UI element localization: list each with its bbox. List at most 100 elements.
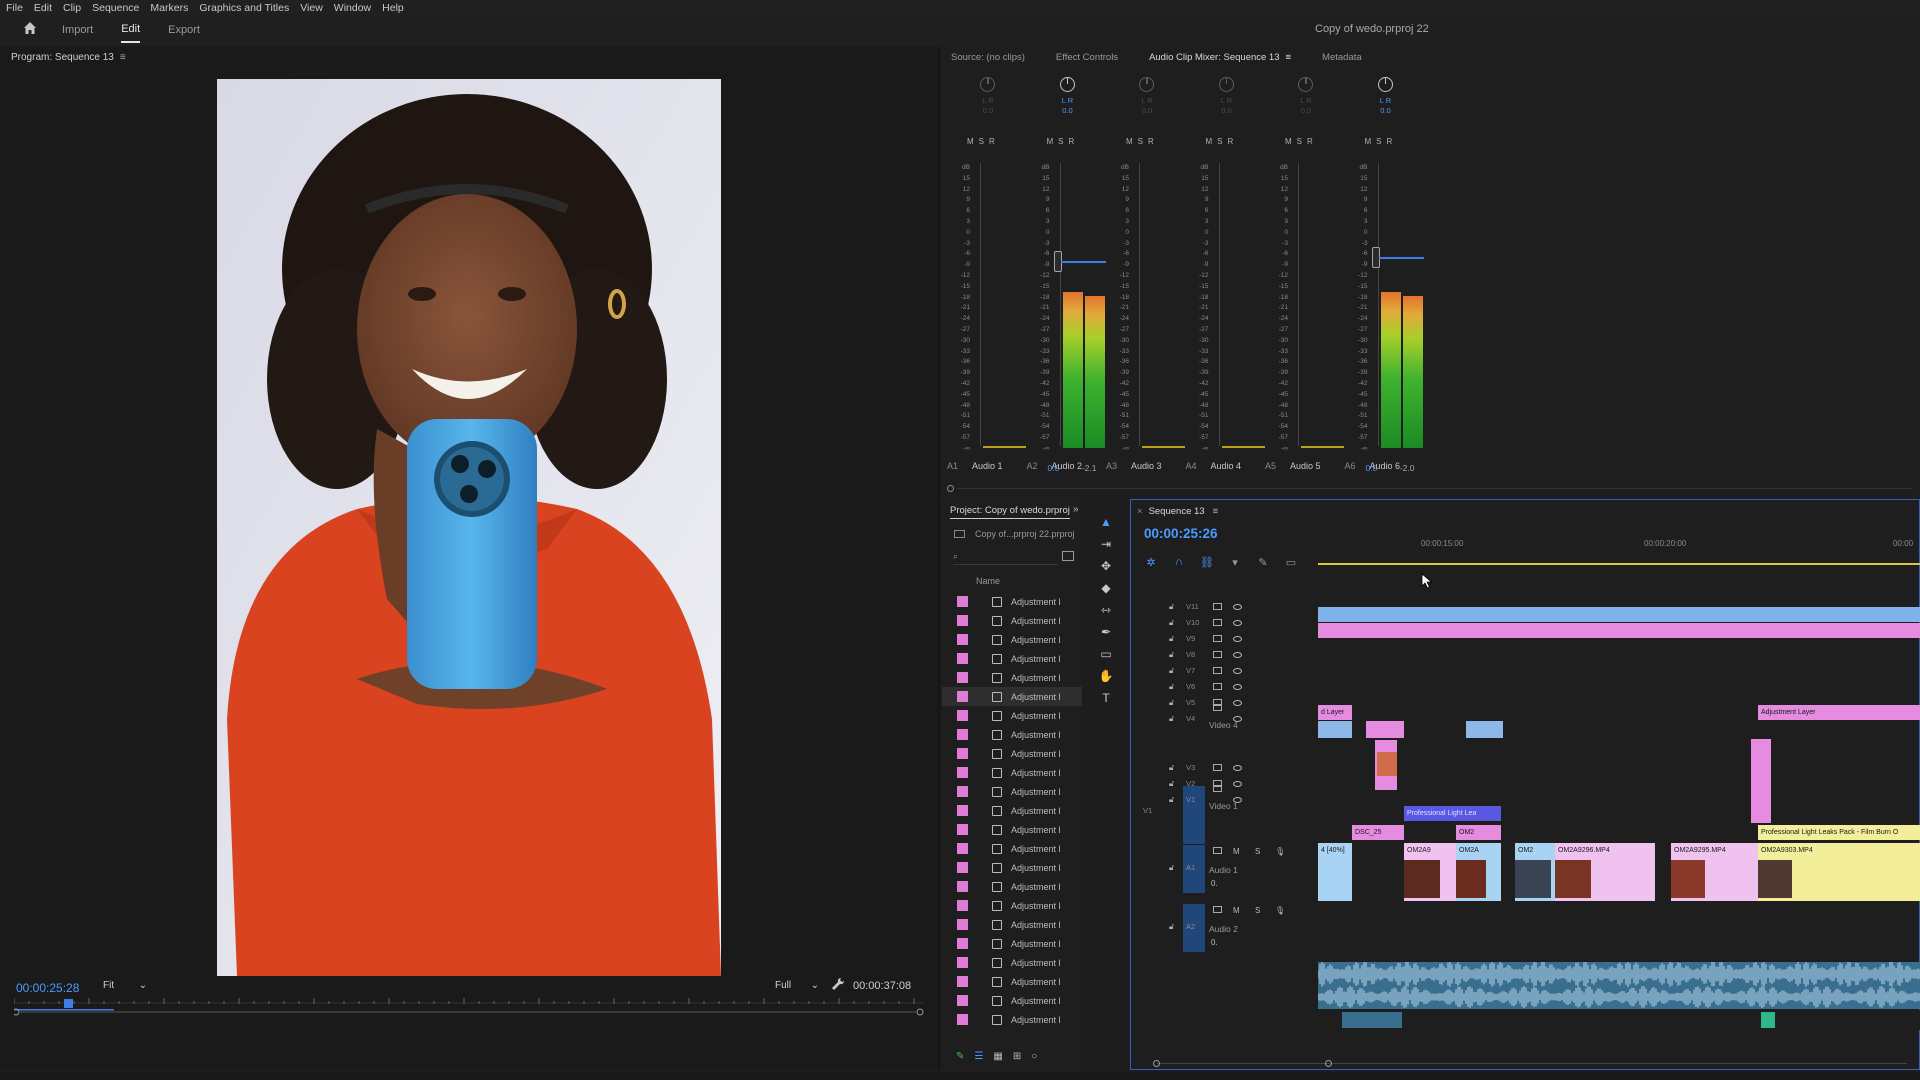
sync-lock-icon[interactable] (1213, 667, 1222, 674)
track-id[interactable]: V5 (1186, 698, 1195, 707)
pan-knob[interactable] (1059, 77, 1075, 92)
mute-button[interactable]: M (1285, 137, 1292, 146)
list-item[interactable]: Adjustment l (942, 820, 1082, 839)
sequence-tab[interactable]: × Sequence 13 ≡ (1137, 506, 1218, 517)
audio-clip[interactable] (1342, 1012, 1402, 1028)
list-item[interactable]: Adjustment l (942, 915, 1082, 934)
timeline-scrollbar[interactable] (1153, 1060, 1913, 1068)
label-color-swatch[interactable] (957, 710, 968, 721)
label-color-swatch[interactable] (957, 805, 968, 816)
pan-knob[interactable] (1377, 77, 1393, 92)
volume-keyframe-control[interactable]: 0. (1211, 938, 1218, 947)
label-color-swatch[interactable] (957, 596, 968, 607)
new-bin-icon[interactable] (1062, 551, 1074, 561)
sync-lock-icon[interactable] (1213, 764, 1222, 771)
eye-icon[interactable] (1233, 764, 1242, 771)
record-button[interactable]: R (989, 137, 995, 146)
mute-button[interactable]: M (967, 137, 974, 146)
mute-button[interactable]: M (1233, 906, 1240, 915)
lock-icon[interactable]: 🔓︎ (1169, 618, 1174, 628)
microphone-icon[interactable]: 🎙︎ (1275, 906, 1285, 915)
lock-icon[interactable]: 🔓︎ (1169, 602, 1174, 612)
lock-icon[interactable]: 🔓︎ (1169, 922, 1174, 932)
clip-light-leak-long[interactable]: Professional Light Leaks Pack - Film Bur… (1758, 825, 1920, 840)
eye-icon[interactable] (1233, 635, 1242, 642)
label-color-swatch[interactable] (957, 900, 968, 911)
list-item[interactable]: Adjustment l (942, 649, 1082, 668)
freeform-view-icon[interactable]: ⊞ (1013, 1051, 1021, 1062)
track-id[interactable]: V3 (1186, 763, 1195, 772)
clip-v11[interactable] (1318, 607, 1920, 622)
list-item[interactable]: Adjustment l (942, 725, 1082, 744)
project-search-input[interactable]: ⌕ (953, 551, 1058, 565)
track-id[interactable]: V10 (1186, 618, 1199, 627)
hand-tool-icon[interactable]: ✋ (1096, 666, 1116, 686)
workspace-tab-export[interactable]: Export (168, 18, 200, 42)
eye-icon[interactable] (1233, 619, 1242, 626)
clip-v5[interactable] (1366, 721, 1404, 738)
tab-metadata[interactable]: Metadata (1322, 52, 1362, 63)
slip-tool-icon[interactable]: ⇿ (1096, 600, 1116, 620)
sync-lock-icon[interactable] (1213, 785, 1222, 792)
mute-button[interactable]: M (1365, 137, 1372, 146)
list-item[interactable]: Adjustment l (942, 839, 1082, 858)
sync-lock-icon[interactable] (1213, 635, 1222, 642)
label-color-swatch[interactable] (957, 919, 968, 930)
clip-light-leak[interactable]: Professional Light Lea (1404, 806, 1501, 821)
audio-clip-a2[interactable] (1318, 962, 1920, 1009)
sync-lock-icon[interactable] (1213, 651, 1222, 658)
lock-icon[interactable]: 🔓︎ (1169, 682, 1174, 692)
list-item[interactable]: Adjustment l (942, 953, 1082, 972)
scroll-start-handle[interactable] (1153, 1060, 1160, 1067)
panel-menu-icon[interactable]: ≡ (1286, 52, 1292, 63)
eye-icon[interactable] (1233, 699, 1242, 706)
pan-value[interactable]: 0.0 (1207, 106, 1247, 115)
tab-audio-clip-mixer[interactable]: Audio Clip Mixer: Sequence 13 ≡ (1149, 52, 1291, 63)
record-button[interactable]: R (1228, 137, 1234, 146)
record-button[interactable]: R (1307, 137, 1313, 146)
lock-icon[interactable]: 🔓︎ (1169, 779, 1174, 789)
mute-button[interactable]: M (1206, 137, 1213, 146)
clip-v10[interactable] (1318, 623, 1920, 638)
label-color-swatch[interactable] (957, 995, 968, 1006)
selection-tool-icon[interactable]: ▲ (1096, 512, 1116, 532)
record-button[interactable]: R (1069, 137, 1075, 146)
list-item[interactable]: Adjustment l (942, 934, 1082, 953)
list-item[interactable]: Adjustment l (942, 630, 1082, 649)
sync-lock-icon[interactable] (1213, 906, 1222, 913)
list-item[interactable]: Adjustment l (942, 706, 1082, 725)
lock-icon[interactable]: 🔓︎ (1169, 714, 1174, 724)
rectangle-tool-icon[interactable]: ▭ (1096, 644, 1116, 664)
panel-menu-icon[interactable]: ≡ (120, 52, 126, 63)
menu-item-clip[interactable]: Clip (63, 2, 81, 14)
list-item[interactable]: Adjustment l (942, 782, 1082, 801)
program-video-frame[interactable] (217, 79, 721, 976)
nest-icon[interactable]: ✲ (1144, 555, 1158, 569)
pan-knob[interactable] (1218, 77, 1234, 92)
mixer-scrollbar[interactable] (947, 485, 1915, 492)
lock-icon[interactable]: 🔓︎ (1169, 863, 1174, 873)
label-color-swatch[interactable] (957, 862, 968, 873)
panel-menu-icon[interactable]: ≡ (1213, 506, 1219, 517)
menu-item-window[interactable]: Window (334, 2, 371, 14)
name-column-header[interactable]: Name (976, 576, 1000, 586)
marker-icon[interactable]: ▾ (1228, 555, 1242, 569)
list-item[interactable]: Adjustment l (942, 668, 1082, 687)
track-id[interactable]: V8 (1186, 650, 1195, 659)
sync-lock-icon[interactable] (1213, 603, 1222, 610)
label-color-swatch[interactable] (957, 653, 968, 664)
solo-button[interactable]: S (1297, 137, 1302, 146)
label-color-swatch[interactable] (957, 786, 968, 797)
list-item[interactable]: Adjustment l (942, 592, 1082, 611)
solo-button[interactable]: S (1376, 137, 1381, 146)
menu-item-graphics-and-titles[interactable]: Graphics and Titles (199, 2, 289, 14)
label-color-swatch[interactable] (957, 824, 968, 835)
zoom-select[interactable]: Fit ⌄ (100, 977, 150, 993)
type-tool-icon[interactable]: T (1096, 688, 1116, 708)
pan-knob[interactable] (1298, 77, 1313, 92)
menu-item-markers[interactable]: Markers (150, 2, 188, 14)
track-id[interactable]: V6 (1186, 682, 1195, 691)
eye-icon[interactable] (1233, 667, 1242, 674)
list-item[interactable]: Adjustment l (942, 991, 1082, 1010)
lock-icon[interactable]: 🔓︎ (1169, 795, 1174, 805)
